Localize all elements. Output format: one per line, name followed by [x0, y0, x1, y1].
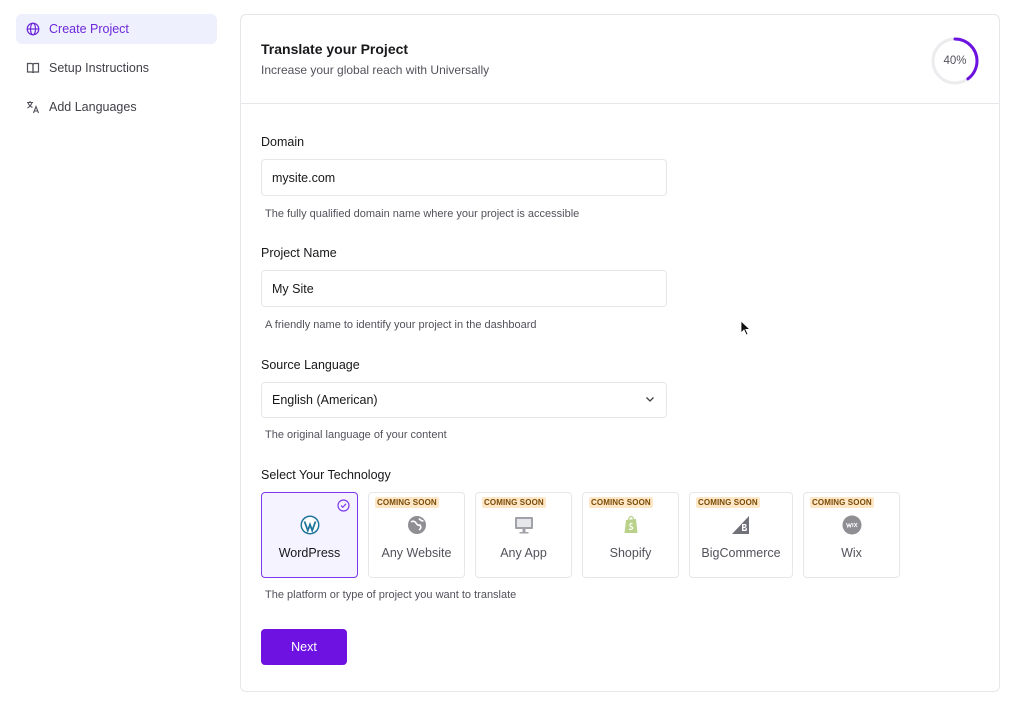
globe-icon [407, 515, 427, 535]
progress-ring: 40% [930, 36, 980, 86]
translate-icon [26, 100, 40, 114]
mouse-cursor-icon [740, 320, 752, 336]
tech-option-label: Any App [500, 546, 547, 560]
project-name-label: Project Name [261, 246, 337, 260]
page-title: Translate your Project [261, 41, 409, 57]
tech-option-label: BigCommerce [701, 546, 781, 560]
wordpress-icon [300, 515, 320, 535]
tech-option-shopify[interactable]: COMING SOON Shopify [582, 492, 679, 578]
coming-soon-badge: COMING SOON [589, 497, 653, 508]
project-name-help: A friendly name to identify your project… [265, 319, 537, 331]
source-language-help: The original language of your content [265, 429, 447, 441]
tech-option-any-app[interactable]: COMING SOON Any App [475, 492, 572, 578]
project-name-input[interactable] [261, 270, 667, 307]
sidebar-item-add-languages[interactable]: Add Languages [16, 92, 217, 122]
next-button[interactable]: Next [261, 629, 347, 665]
tech-option-wix[interactable]: COMING SOON Wix [803, 492, 900, 578]
create-project-card: Translate your Project Increase your glo… [240, 14, 1000, 692]
coming-soon-badge: COMING SOON [696, 497, 760, 508]
card-header: Translate your Project Increase your glo… [241, 15, 999, 104]
sidebar-item-setup-instructions[interactable]: Setup Instructions [16, 53, 217, 83]
bigcommerce-icon [731, 515, 751, 535]
monitor-icon [514, 515, 534, 535]
coming-soon-badge: COMING SOON [375, 497, 439, 508]
tech-option-label: WordPress [278, 546, 341, 560]
tech-option-label: Wix [841, 546, 862, 560]
progress-label: 40% [943, 55, 967, 67]
coming-soon-badge: COMING SOON [482, 497, 546, 508]
source-language-label: Source Language [261, 358, 360, 372]
domain-help: The fully qualified domain name where yo… [265, 208, 580, 220]
source-language-select[interactable]: English (American) [261, 382, 667, 418]
sidebar-item-label: Setup Instructions [49, 61, 150, 75]
shopify-icon [621, 515, 641, 535]
sidebar: Create Project Setup Instructions Add La… [16, 14, 217, 131]
page-subtitle: Increase your global reach with Universa… [261, 63, 490, 77]
globe-icon [26, 22, 40, 36]
sidebar-item-label: Create Project [49, 22, 129, 36]
tech-option-label: Shopify [609, 546, 652, 560]
sidebar-item-create-project[interactable]: Create Project [16, 14, 217, 44]
chevron-down-icon [644, 393, 656, 408]
domain-label: Domain [261, 135, 305, 149]
source-language-value: English (American) [272, 393, 378, 407]
technology-help: The platform or type of project you want… [265, 589, 517, 601]
technology-label: Select Your Technology [261, 468, 391, 482]
wix-icon [842, 515, 862, 535]
tech-option-label: Any Website [381, 546, 452, 560]
book-icon [26, 61, 40, 75]
check-circle-icon [337, 499, 350, 512]
domain-input[interactable] [261, 159, 667, 196]
tech-option-any-website[interactable]: COMING SOON Any Website [368, 492, 465, 578]
coming-soon-badge: COMING SOON [810, 497, 874, 508]
sidebar-item-label: Add Languages [49, 100, 137, 114]
tech-option-wordpress[interactable]: WordPress [261, 492, 358, 578]
tech-option-bigcommerce[interactable]: COMING SOON BigCommerce [689, 492, 793, 578]
